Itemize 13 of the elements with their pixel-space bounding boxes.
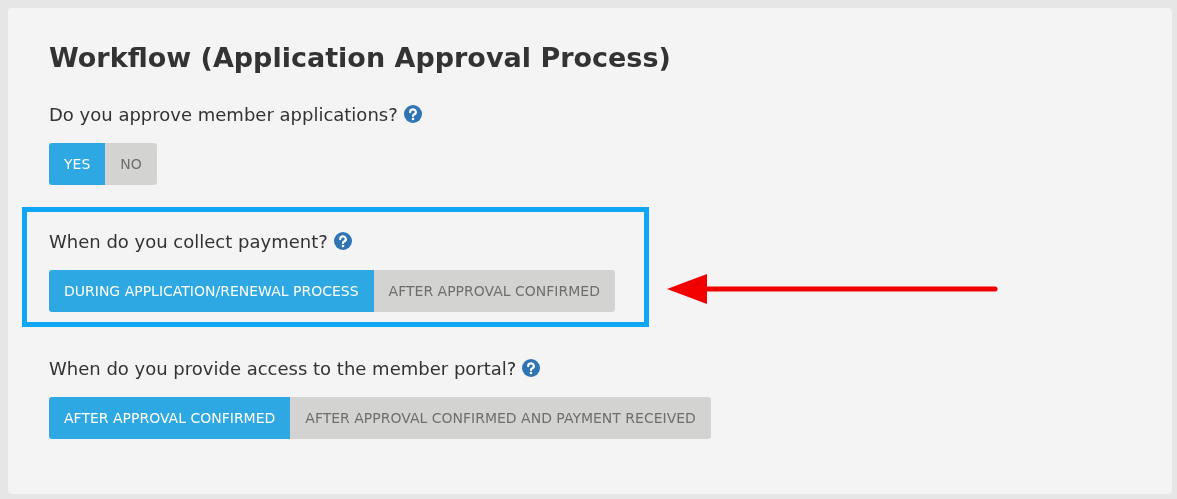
option-button[interactable]: NO xyxy=(105,143,157,185)
help-icon[interactable] xyxy=(403,105,422,123)
help-icon[interactable] xyxy=(522,359,541,377)
page-title: Workflow (Application Approval Process) xyxy=(49,41,672,75)
help-icon[interactable] xyxy=(333,232,352,250)
option-button[interactable]: DURING APPLICATION/RENEWAL PROCESS xyxy=(49,270,374,312)
question-label: When do you provide access to the member portal? xyxy=(49,357,517,379)
option-button[interactable]: AFTER APPROVAL CONFIRMED xyxy=(49,397,291,439)
option-button[interactable]: AFTER APPROVAL CONFIRMED AND PAYMENT RECEIVED xyxy=(290,397,711,439)
option-button[interactable]: AFTER APPROVAL CONFIRMED xyxy=(373,270,615,312)
question-label: When do you collect payment? xyxy=(49,230,328,252)
question-label: Do you approve member applications? xyxy=(49,103,398,125)
option-button[interactable]: YES xyxy=(49,143,106,185)
